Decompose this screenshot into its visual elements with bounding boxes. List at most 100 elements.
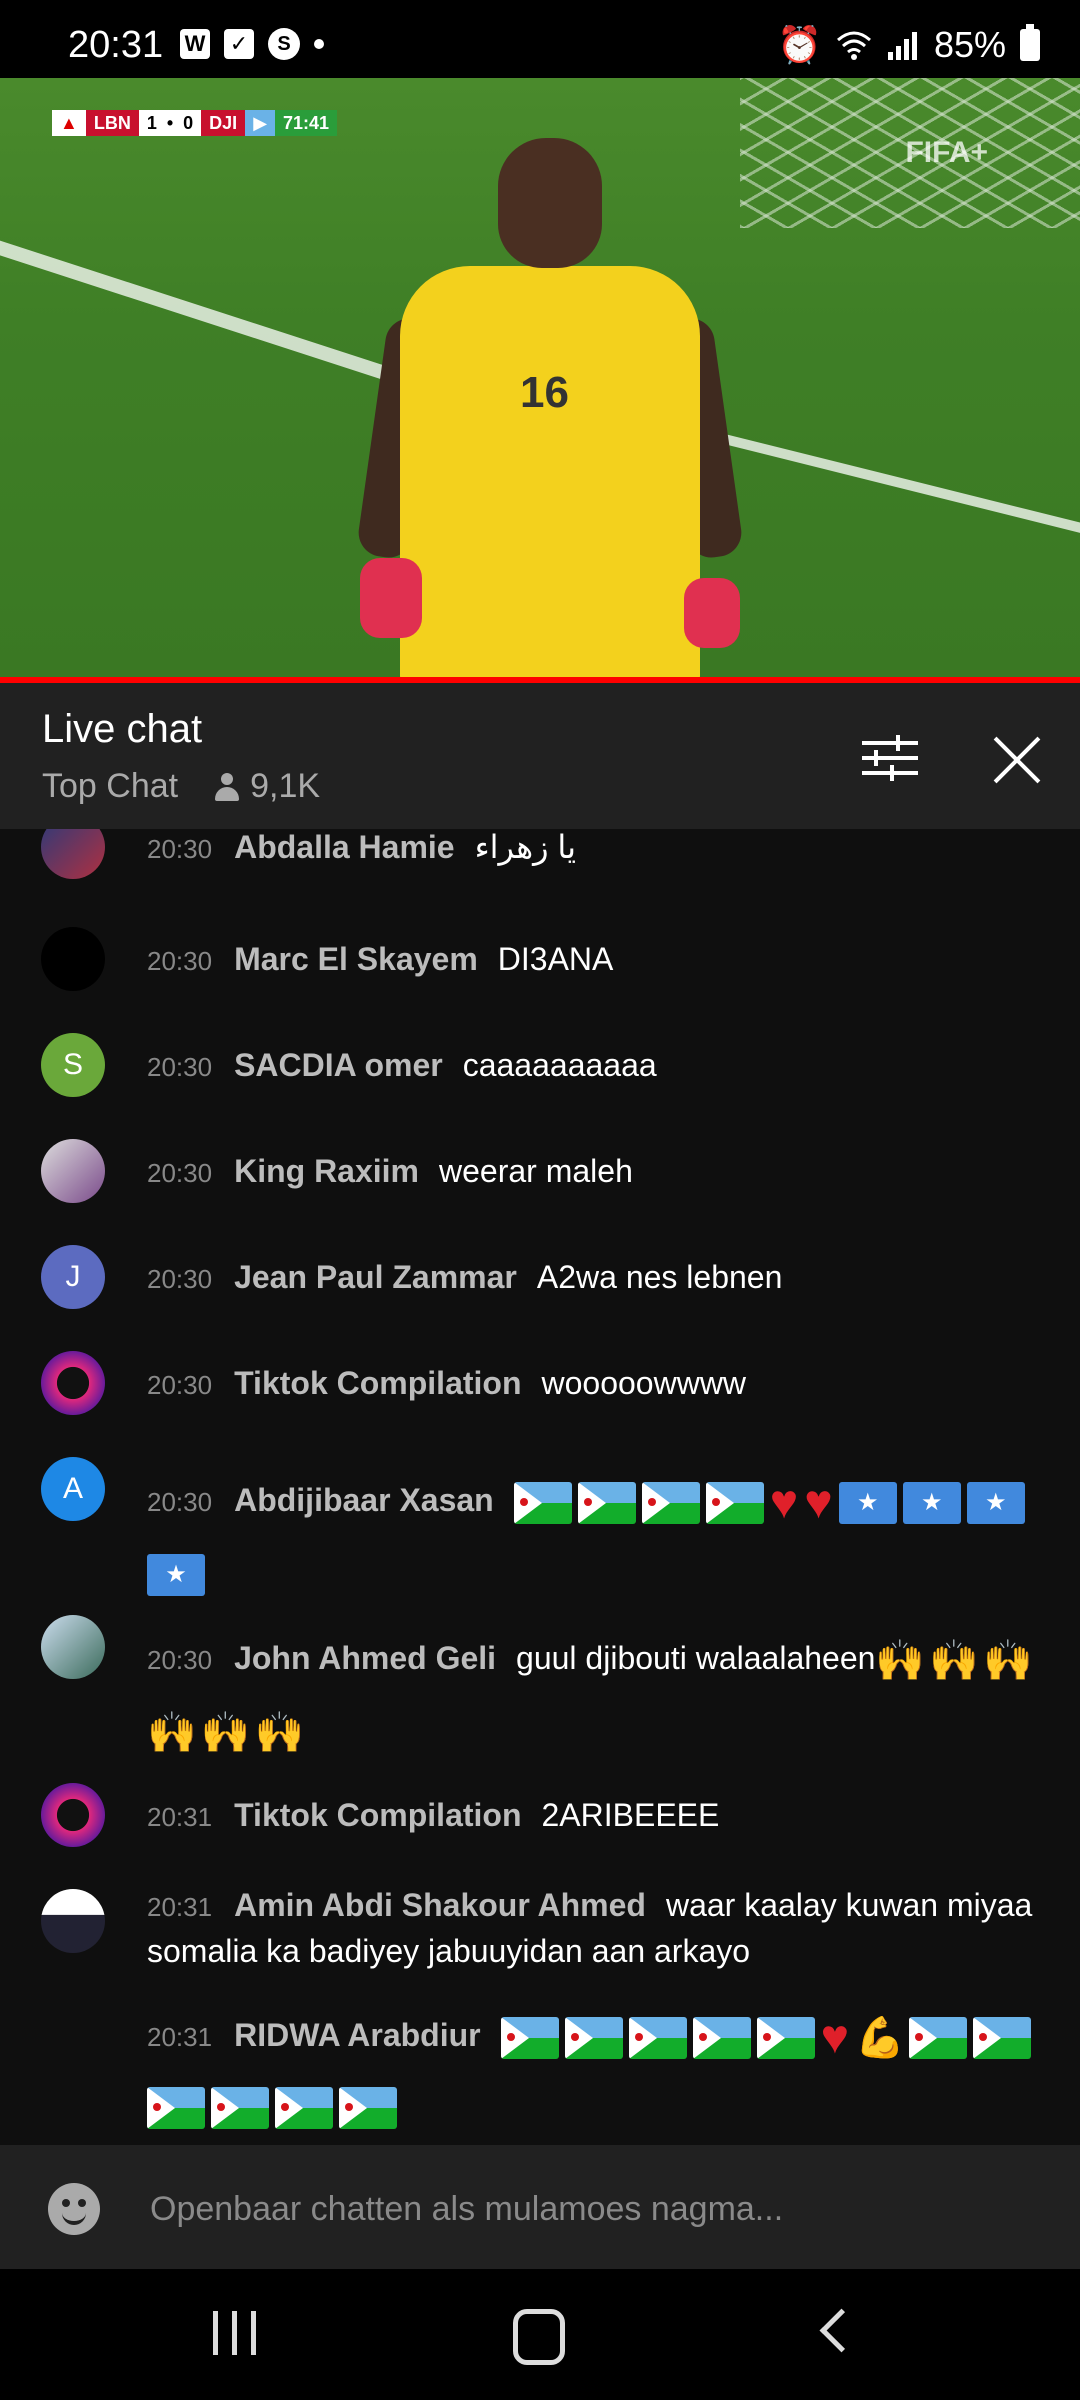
djibouti-flag-emoji <box>564 2016 623 2059</box>
recent-apps-icon[interactable] <box>213 2311 257 2355</box>
djibouti-flag-emoji <box>339 2087 397 2130</box>
avatar[interactable]: S <box>41 1033 105 1097</box>
message-author[interactable]: SACDIA omer <box>234 1047 443 1083</box>
message-time: 20:31 <box>147 1802 213 1832</box>
message-time: 20:30 <box>147 1158 213 1188</box>
raising-hands-emoji: 🙌 <box>929 1638 980 1683</box>
check-icon: ✓ <box>224 29 254 59</box>
message-author[interactable]: Tiktok Compilation <box>234 1365 521 1401</box>
fifa-watermark: FIFA+ <box>905 136 988 169</box>
video-player[interactable]: ▲ LBN 1 • 0 DJI ▶ 71:41 FIFA+ 16 <box>0 78 1080 680</box>
avatar[interactable] <box>41 1615 105 1679</box>
raising-hands-emoji: 🙌 <box>875 1638 926 1683</box>
home-score: 1 <box>138 110 165 136</box>
raising-hands-emoji: 🙌 <box>147 1711 197 1756</box>
message-author[interactable]: RIDWA Arabdiur <box>234 2017 481 2053</box>
somalia-flag-emoji: ★ <box>902 1481 961 1524</box>
person-icon <box>214 772 240 801</box>
message-author[interactable]: Abdijibaar Xasan <box>234 1482 494 1518</box>
home-team: LBN <box>85 110 139 136</box>
scorebug: ▲ LBN 1 • 0 DJI ▶ 71:41 <box>52 110 338 136</box>
djibouti-flag-emoji <box>972 2016 1031 2059</box>
djibouti-flag-emoji <box>500 2016 559 2059</box>
match-clock: 71:41 <box>275 110 338 136</box>
signal-icon <box>887 32 917 60</box>
shazam-icon: S <box>268 28 300 60</box>
avatar[interactable] <box>41 1889 105 1953</box>
avatar[interactable]: J <box>41 1245 105 1309</box>
message-time: 20:30 <box>147 1645 213 1675</box>
message-text: guul djibouti walaalaheen <box>516 1640 876 1676</box>
djibouti-flag-emoji <box>692 2016 751 2059</box>
raising-hands-emoji: 🙌 <box>254 1711 305 1756</box>
avatar[interactable]: A <box>41 1457 105 1521</box>
message-author[interactable]: Marc El Skayem <box>234 941 478 977</box>
djibouti-flag-emoji <box>641 1481 700 1524</box>
message-text: caaaaaaaaaa <box>462 1047 657 1083</box>
chat-mode-label[interactable]: Top Chat <box>42 767 178 806</box>
wifi-icon <box>836 31 871 60</box>
tiktok-icon[interactable] <box>41 1351 105 1415</box>
message-text: weerar maleh <box>439 1153 633 1189</box>
message-time: 20:30 <box>147 834 213 864</box>
message-text: يا زهراء <box>474 829 577 865</box>
message-text: 2ARIBEEEE <box>541 1797 720 1833</box>
tiktok-icon[interactable] <box>41 1783 105 1847</box>
close-chat-button[interactable] <box>990 733 1044 787</box>
avatar[interactable] <box>41 829 105 879</box>
message-author[interactable]: Jean Paul Zammar <box>234 1259 517 1295</box>
djibouti-flag-emoji <box>705 1481 764 1524</box>
emoji-icon[interactable] <box>48 2183 100 2235</box>
message-author[interactable]: Tiktok Compilation <box>234 1797 521 1833</box>
djibouti-flag-emoji <box>147 2087 205 2130</box>
djibouti-flag-emoji <box>513 1481 572 1524</box>
message-author[interactable]: John Ahmed Geli <box>234 1640 496 1676</box>
shirt-number: 16 <box>520 368 569 417</box>
djibouti-flag-emoji <box>275 2087 333 2130</box>
heart-emoji: ♥ <box>820 2010 850 2064</box>
away-team: DJI <box>201 110 246 136</box>
status-bar: 20:31 W ✓ S ⏰ 85% <box>0 0 1080 78</box>
battery-percent: 85% <box>933 24 1006 65</box>
goalkeeper-image: 16 <box>355 138 745 680</box>
status-notification-icons: W ✓ S <box>180 28 324 60</box>
djibouti-flag-icon: ▶ <box>245 110 276 136</box>
djibouti-flag-emoji <box>628 2016 687 2059</box>
chat-mode-selector[interactable]: Top Chat 9,1K <box>42 767 320 806</box>
away-score: 0 <box>175 110 202 136</box>
home-icon[interactable] <box>513 2309 565 2365</box>
message-author[interactable]: Abdalla Hamie <box>234 829 455 865</box>
message-time: 20:31 <box>147 2022 213 2052</box>
heart-emoji: ♥ <box>804 1475 833 1529</box>
message-text: A2wa nes lebnen <box>536 1259 783 1295</box>
message-time: 20:30 <box>147 1052 213 1082</box>
chat-message-input[interactable] <box>148 2183 1032 2235</box>
status-time: 20:31 <box>68 24 164 66</box>
raising-hands-emoji: 🙌 <box>200 1711 251 1756</box>
djibouti-flag-emoji <box>577 1481 636 1524</box>
chat-message-list[interactable]: 20:30 Abdalla Hamie يا زهراء 20:30 Marc El … <box>0 829 1080 2145</box>
message-time: 20:31 <box>147 1892 213 1922</box>
chat-filter-button[interactable] <box>862 733 918 783</box>
message-time: 20:30 <box>147 946 213 976</box>
message-time: 20:30 <box>147 1264 213 1294</box>
back-icon[interactable] <box>819 2308 864 2353</box>
battery-icon <box>1020 24 1040 61</box>
djibouti-flag-emoji <box>756 2016 815 2059</box>
message-time: 20:30 <box>147 1487 213 1517</box>
dot-icon <box>314 39 324 49</box>
viewer-count: 9,1K <box>250 767 321 805</box>
message-text: wooooowwww <box>541 1365 747 1401</box>
chat-title: Live chat <box>42 707 203 751</box>
avatar[interactable] <box>41 927 105 991</box>
heart-emoji: ♥ <box>769 1475 799 1529</box>
message-text: DI3ANA <box>497 941 614 977</box>
alarm-icon: ⏰ <box>777 24 822 65</box>
message-time: 20:30 <box>147 1370 213 1400</box>
flexed-biceps-emoji: 💪 <box>855 2015 905 2060</box>
somalia-flag-emoji: ★ <box>838 1481 897 1524</box>
message-author[interactable]: Amin Abdi Shakour Ahmed <box>234 1887 646 1923</box>
message-author[interactable]: King Raxiim <box>234 1153 419 1189</box>
avatar[interactable] <box>41 1139 105 1203</box>
system-nav-bar <box>0 2269 1080 2400</box>
